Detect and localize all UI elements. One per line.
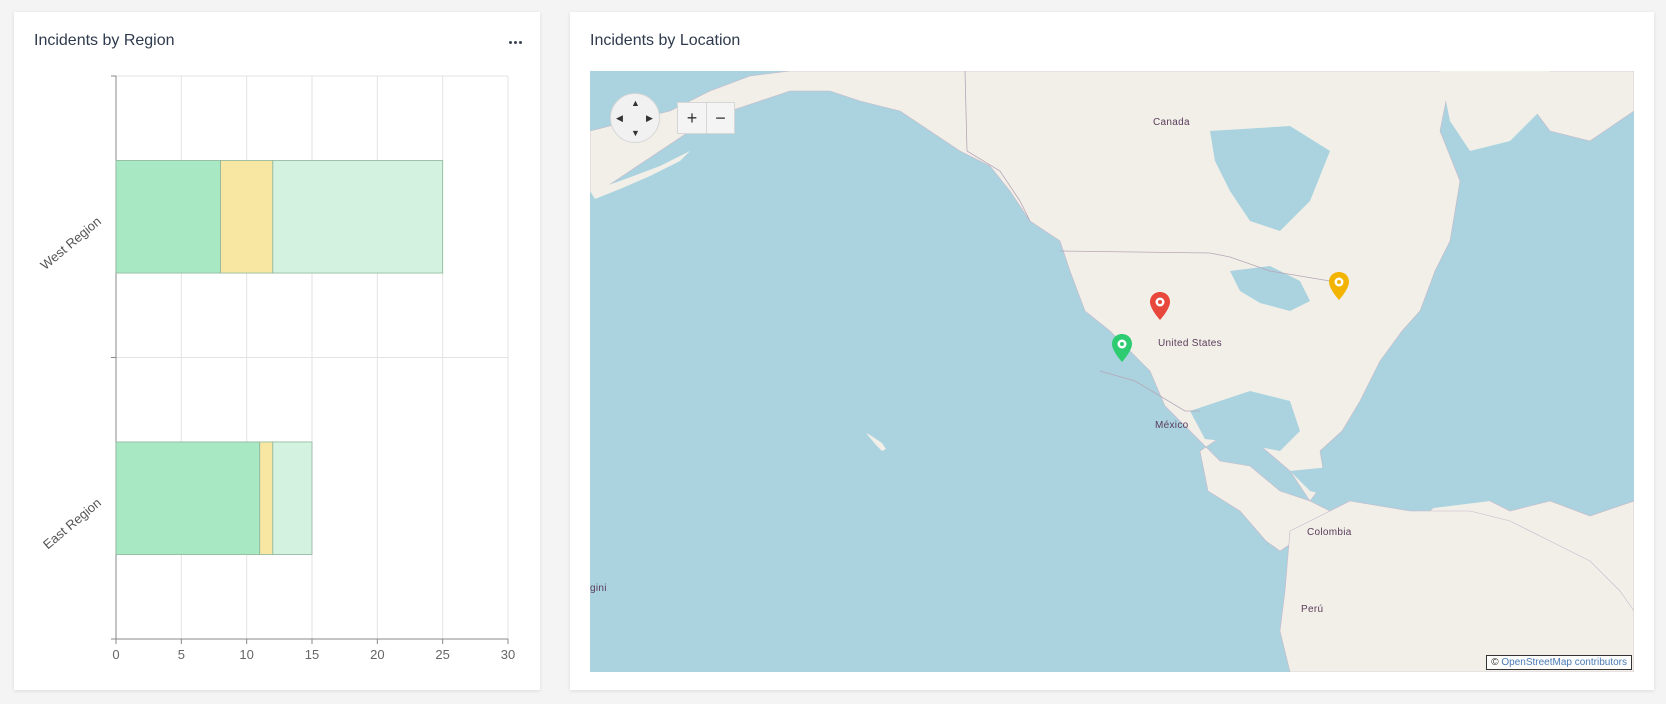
caribbean-sea (1290, 461, 1490, 511)
location-map-title: Incidents by Location (590, 32, 741, 49)
region-bar-chart: 0 5 10 15 20 25 30 West Region East Region (37, 75, 515, 662)
green-marker-icon[interactable] (1111, 333, 1133, 363)
bar-segment (115, 441, 261, 555)
zoom-out-button[interactable]: − (706, 103, 734, 133)
bar-segment (272, 441, 313, 555)
pan-up-icon[interactable]: ▲ (631, 99, 640, 108)
x-tick-label: 30 (501, 647, 515, 662)
label-colombia: Colombia (1307, 527, 1352, 538)
yellow-marker-icon[interactable] (1328, 271, 1350, 301)
label-peru: Perú (1301, 604, 1324, 615)
label-mexico: México (1155, 420, 1189, 431)
incidents-by-location-card: Incidents by Location Canada United Stat… (570, 12, 1654, 690)
x-tick-label: 25 (435, 647, 449, 662)
category-label: West Region (37, 214, 103, 273)
label-canada: Canada (1153, 117, 1190, 128)
bar-segment (220, 160, 274, 274)
x-tick-label: 5 (178, 647, 185, 662)
pan-right-icon[interactable]: ▶ (646, 114, 653, 123)
osm-attribution-link[interactable]: OpenStreetMap contributors (1501, 657, 1627, 668)
x-tick-label: 20 (370, 647, 384, 662)
incidents-by-region-card: Incidents by Region 0 5 10 15 20 25 30 West Reg… (14, 12, 540, 690)
category-label: East Region (40, 495, 104, 552)
bar-segment (272, 160, 444, 274)
x-tick-label: 10 (239, 647, 253, 662)
bar-segment (115, 160, 221, 274)
zoom-in-button[interactable]: + (678, 103, 706, 133)
red-marker-icon[interactable] (1149, 291, 1171, 321)
pan-left-icon[interactable]: ◀ (616, 114, 623, 123)
x-tick-label: 15 (305, 647, 319, 662)
attribution-prefix: © (1491, 657, 1499, 668)
pan-control[interactable]: ▲ ▼ ◀ ▶ (610, 93, 660, 143)
incident-map[interactable]: Canada United States México Colombia Per… (590, 71, 1634, 672)
label-united-states: United States (1158, 338, 1222, 349)
label-kiribati: gini (590, 583, 607, 594)
map-basemap (590, 71, 1634, 672)
pan-down-icon[interactable]: ▼ (631, 129, 640, 138)
map-attribution: © OpenStreetMap contributors (1486, 655, 1632, 670)
hawaii-islands (866, 433, 886, 451)
bar-segment (259, 441, 274, 555)
greenland-land (1440, 71, 1550, 151)
x-tick-label: 0 (112, 647, 119, 662)
zoom-control: + − (677, 102, 735, 134)
